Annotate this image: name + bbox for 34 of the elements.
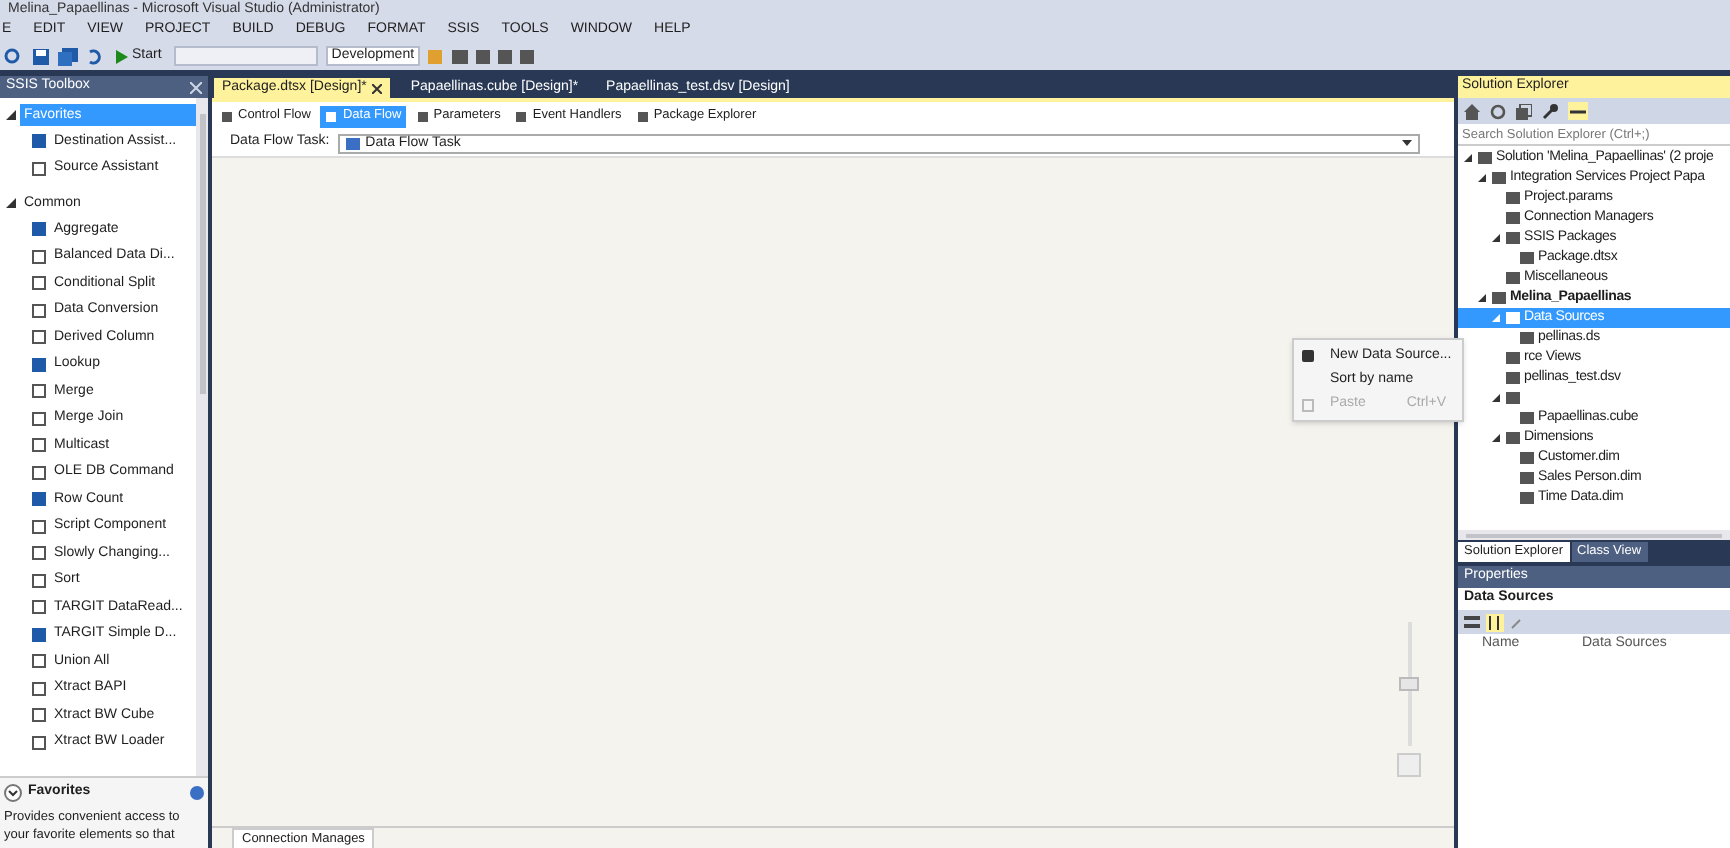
tab-icon — [514, 109, 529, 123]
copy-icon[interactable] — [1516, 103, 1532, 119]
refresh-icon[interactable] — [1490, 103, 1506, 119]
clipboard-icon — [1302, 397, 1314, 411]
chevron-icon[interactable] — [4, 783, 22, 802]
expander-icon[interactable] — [1478, 174, 1488, 182]
close-icon[interactable] — [372, 83, 383, 93]
help-icon[interactable] — [190, 785, 204, 800]
caret-icon — [1402, 140, 1412, 146]
slider-thumb[interactable] — [1399, 677, 1419, 691]
expander-icon[interactable] — [1492, 394, 1502, 402]
categorized-icon[interactable] — [1464, 614, 1480, 630]
database-icon — [1302, 350, 1314, 362]
undo-icon[interactable] — [86, 47, 104, 65]
save-icon[interactable] — [32, 47, 50, 65]
expander-icon[interactable] — [1478, 294, 1488, 302]
task-icon — [345, 137, 360, 149]
tab-icon — [635, 109, 650, 123]
expander-icon[interactable] — [1464, 154, 1474, 162]
tab-icon — [415, 109, 430, 123]
expander-icon[interactable] — [6, 198, 16, 208]
tab-icon — [220, 109, 234, 123]
expander-icon[interactable] — [6, 110, 16, 120]
expander-icon[interactable] — [1492, 434, 1502, 442]
scrollbar[interactable] — [1458, 530, 1730, 540]
save-all-icon[interactable] — [58, 47, 78, 65]
sort-icon[interactable] — [1486, 613, 1504, 631]
tab-icon — [324, 109, 339, 123]
pin-icon[interactable] — [1568, 102, 1588, 120]
scrollbar[interactable] — [196, 98, 208, 776]
wrench-icon[interactable] — [1542, 103, 1558, 119]
play-icon — [116, 49, 128, 63]
expander-icon[interactable] — [1492, 234, 1502, 242]
home-icon[interactable] — [1464, 103, 1480, 119]
